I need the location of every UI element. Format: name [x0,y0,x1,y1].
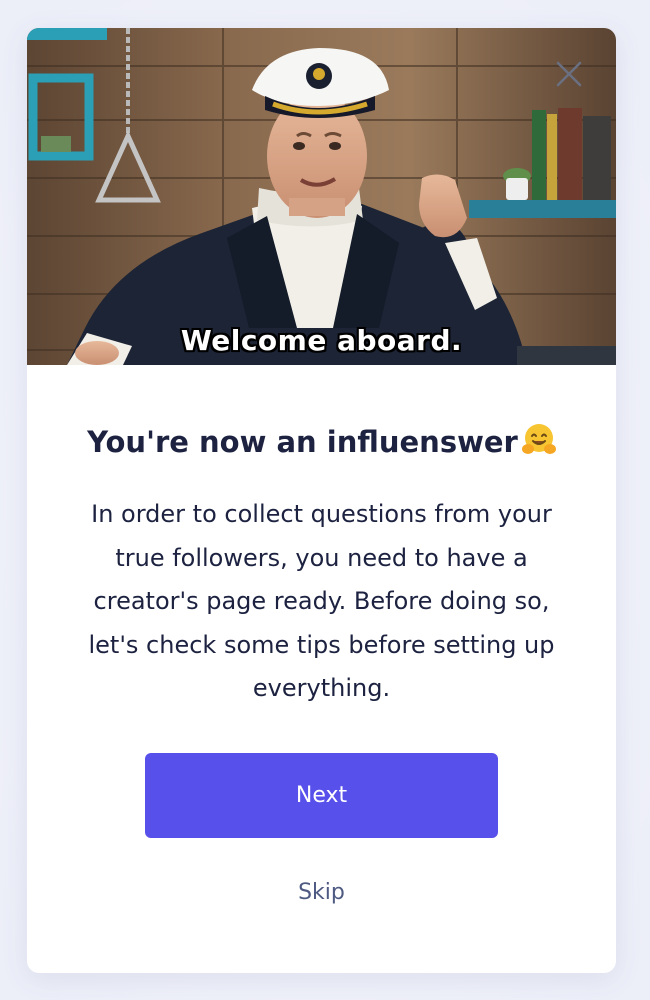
next-button[interactable]: Next [145,753,498,838]
dialog-description: In order to collect questions from your … [88,500,555,702]
onboarding-modal: Welcome aboard. You're now an influenswe… [27,28,616,973]
captain-illustration [27,28,616,365]
close-icon [556,61,582,87]
hugging-face-emoji-icon [521,423,556,457]
hero-image: Welcome aboard. [27,28,616,365]
hero-caption: Welcome aboard. [180,324,463,357]
dialog-title-text: You're now an influenswer [87,425,518,459]
close-button[interactable] [553,58,585,90]
skip-link[interactable]: Skip [27,880,616,905]
page-background: Welcome aboard. You're now an influenswe… [0,0,650,1000]
dialog-title: You're now an influenswer [27,422,616,462]
